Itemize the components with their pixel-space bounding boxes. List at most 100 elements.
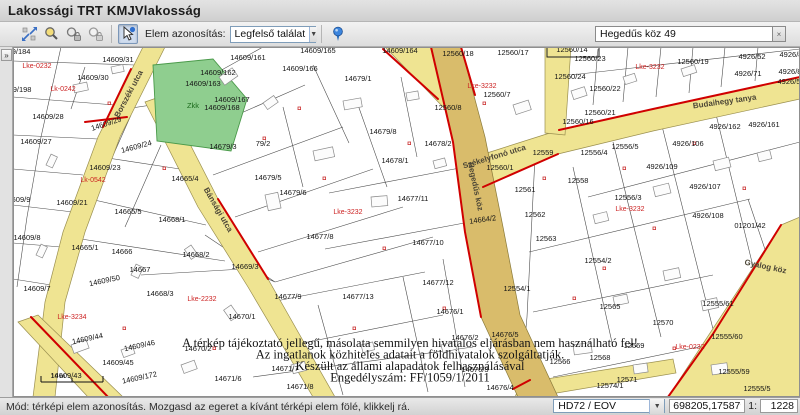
parcel-label: 14677/9	[274, 292, 301, 301]
parcel-label: 12560/21	[584, 108, 615, 117]
parcel-label: 12560/7	[483, 90, 510, 99]
pin-icon[interactable]	[328, 24, 348, 44]
scale-bar-label: 10 m	[51, 373, 65, 380]
zone-label: Lke-0232	[675, 344, 704, 351]
zoom-lock-in-glyph	[65, 26, 81, 42]
parcel-label: 4926/71	[734, 69, 761, 78]
building-outline	[757, 150, 772, 162]
parcel-label: 12562	[525, 210, 546, 219]
projection-select[interactable]: HD72 / EOV ▼	[553, 399, 665, 413]
zoom-lock-in-icon[interactable]	[63, 24, 83, 44]
parcel-label: 12555/60	[711, 332, 742, 341]
building-outline	[663, 268, 681, 281]
parcel-label: 12560/24	[554, 72, 585, 81]
parcel-label: 12560/14	[556, 47, 587, 54]
parcel-label: 12560/23	[574, 54, 605, 63]
zone-label: Lke-0232	[22, 63, 51, 70]
parcel-label: 12574/1	[596, 381, 623, 390]
status-mode-text: Mód: térképi elem azonosítás. Mozgasd az…	[6, 401, 410, 413]
parcel-label: 4926/8	[780, 50, 800, 59]
parcel-label: 12555/59	[718, 367, 749, 376]
zone-label: Lke-3234	[57, 314, 86, 321]
parcel-label: 14609/31	[102, 55, 133, 64]
parcel-label: 14665/4	[171, 174, 198, 183]
coordinates-field[interactable]	[669, 399, 745, 413]
parcel-label: 14677/10	[412, 238, 443, 247]
parcel-label: 14679/6	[279, 188, 306, 197]
parcel-label: 14676/1	[436, 307, 463, 316]
parcel-label: 14609/168	[204, 103, 239, 112]
search-input[interactable]	[595, 26, 773, 42]
watermark-line: Engedélyszám: FF/1059/1/2011	[330, 371, 490, 385]
parcel-label: 12563	[536, 234, 557, 243]
zone-label: Lk-0242	[50, 86, 75, 93]
search-clear-button[interactable]: ×	[773, 26, 786, 42]
zone-label: Lke-3232	[635, 64, 664, 71]
parcel-label: 14671/8	[286, 382, 313, 391]
building-outline	[623, 73, 637, 84]
red-mark	[623, 167, 626, 170]
zoom-icon[interactable]	[41, 24, 61, 44]
parcel-label: 14609/166	[282, 64, 317, 73]
parcel-label: 12555/5	[743, 384, 770, 393]
red-mark	[163, 167, 166, 170]
parcel-label: 14665/5	[114, 207, 141, 216]
zoom-lock-out-glyph	[87, 26, 103, 42]
zone-label: Lke-3232	[615, 206, 644, 213]
parcel-label: 4926/108	[692, 211, 723, 220]
parcel-label: 14668/1	[158, 215, 185, 224]
road-bottom-left	[18, 315, 123, 397]
scale-field[interactable]	[760, 399, 798, 413]
parcel-label: 14609/50	[88, 273, 120, 288]
building-outline	[111, 65, 124, 74]
parcel-label: 14669/3	[231, 262, 258, 271]
parcel-label: 12570	[653, 318, 674, 327]
parcel-label: 14609/24	[120, 138, 153, 155]
red-mark	[653, 227, 656, 230]
map-viewport[interactable]: 09/18414609/3114609/16114609/3014609/162…	[13, 47, 800, 397]
parcel-label: 14609/172	[121, 369, 158, 385]
parcel-label: 12560/16	[562, 117, 593, 126]
building-outline	[633, 363, 648, 374]
parcel-label: 14677/12	[422, 278, 453, 287]
chevron-down-icon: ▼	[649, 399, 664, 414]
parcel-label: 12556/3	[614, 193, 641, 202]
pan-arrows-icon[interactable]	[19, 24, 39, 44]
identify-tool-button[interactable]	[118, 24, 138, 44]
parcel-label: 14671/6	[214, 374, 241, 383]
cadastral-map[interactable]: 09/18414609/3114609/16114609/3014609/162…	[13, 47, 800, 397]
chevron-down-icon: ▼	[309, 27, 317, 42]
expand-panel-button[interactable]: »	[1, 49, 12, 61]
parcel-label: 12556/5	[611, 142, 638, 151]
parcel-label: 14609/163	[185, 79, 220, 88]
parcel-label: 12565	[600, 302, 621, 311]
parcel-label: 4926/109	[646, 162, 677, 171]
parcel-label: 12558	[568, 176, 589, 185]
building-outline	[406, 91, 419, 101]
parcel-label: 14609/8	[13, 233, 40, 242]
identify-select[interactable]: Legfelső találat ▼	[230, 26, 316, 43]
parcel-label: 79/2	[256, 139, 271, 148]
parcel-label: 14679/1	[344, 74, 371, 83]
parcel-label: 14609/23	[89, 163, 120, 172]
parcel-label: 12560/17	[497, 48, 528, 57]
parcel-label: 14677/11	[398, 194, 429, 203]
building-outline	[713, 157, 731, 171]
parcel-label: 14670/1	[228, 312, 255, 321]
toolbar-separator	[111, 25, 112, 43]
red-mark	[123, 327, 126, 330]
red-mark	[408, 142, 411, 145]
page-title: Lakossági TRT KMJVlakosság	[8, 3, 201, 18]
parcel-label: 12560/8	[434, 103, 461, 112]
identify-select-value: Legfelső találat	[231, 28, 310, 40]
building-outline	[433, 158, 447, 169]
parcel-label: 12560/19	[677, 57, 708, 66]
parcel-label: 09/184	[13, 47, 30, 56]
parcel-label: 14668/3	[146, 289, 173, 298]
red-mark	[108, 102, 111, 105]
parcel-label: 01201/42	[734, 221, 765, 230]
parcel-label: 12561	[515, 185, 536, 194]
zoom-lock-out-icon[interactable]	[85, 24, 105, 44]
parcel-label: 14679/3	[209, 142, 236, 151]
parcel-label: 12560/1	[486, 163, 513, 172]
